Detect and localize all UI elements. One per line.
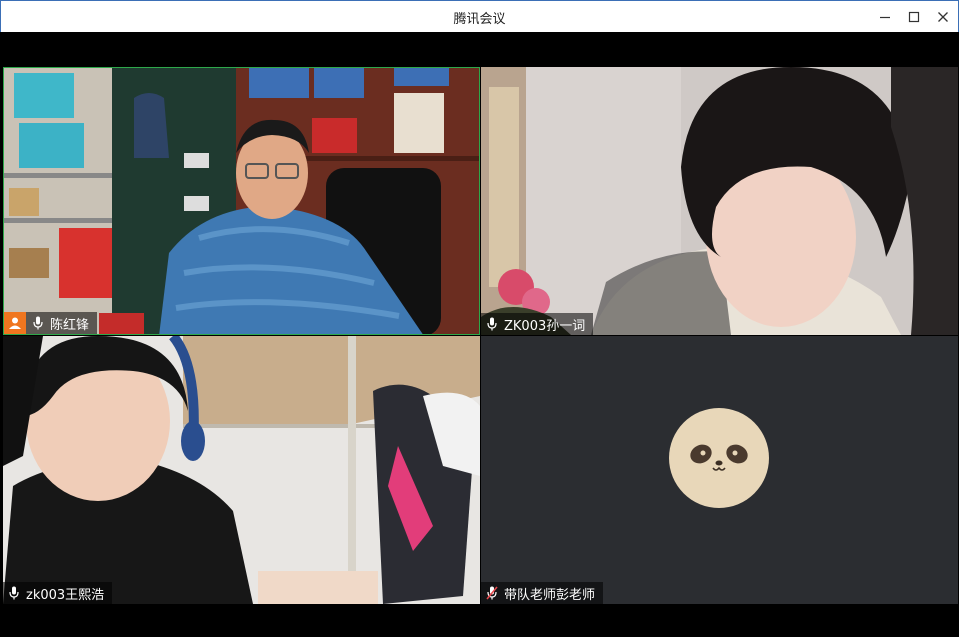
window-title: 腾讯会议 xyxy=(453,12,506,27)
video-tile-camera-off[interactable]: 带队老师彭老师 xyxy=(481,336,958,604)
video-tile-participant[interactable]: zk003王熙浩 xyxy=(3,336,480,604)
minimize-button[interactable] xyxy=(872,5,898,29)
participant-name-chip: zk003王熙浩 xyxy=(3,582,113,604)
participant-name: zk003王熙浩 xyxy=(26,587,105,603)
video-grid: 陈红锋 ZK003孙一词 zk003王熙浩 带队老师彭老师 xyxy=(0,32,959,637)
panda-avatar-icon xyxy=(669,408,769,508)
participant-name-chip: 带队老师彭老师 xyxy=(481,582,604,604)
mic-muted-icon xyxy=(485,585,499,601)
video-feed-participant xyxy=(3,336,480,604)
mic-icon xyxy=(485,316,499,332)
host-badge-icon xyxy=(4,312,26,334)
participant-name: ZK003孙一词 xyxy=(504,318,586,334)
participant-name-chip: ZK003孙一词 xyxy=(481,313,594,335)
participant-name-chip: 陈红锋 xyxy=(4,312,98,334)
mic-icon xyxy=(31,315,45,331)
mic-icon xyxy=(7,585,21,601)
video-feed-participant xyxy=(481,67,958,335)
minimize-icon xyxy=(880,16,890,19)
maximize-button[interactable] xyxy=(901,5,927,29)
participant-name: 陈红锋 xyxy=(50,317,90,333)
window-title-bar[interactable]: 腾讯会议 xyxy=(0,0,959,32)
maximize-icon xyxy=(908,11,920,23)
video-tile-participant[interactable]: ZK003孙一词 xyxy=(481,67,958,335)
participant-name: 带队老师彭老师 xyxy=(504,587,596,603)
close-icon xyxy=(938,12,948,22)
video-tile-host[interactable]: 陈红锋 xyxy=(3,67,480,335)
video-feed-host xyxy=(4,68,479,334)
close-button[interactable] xyxy=(930,5,956,29)
